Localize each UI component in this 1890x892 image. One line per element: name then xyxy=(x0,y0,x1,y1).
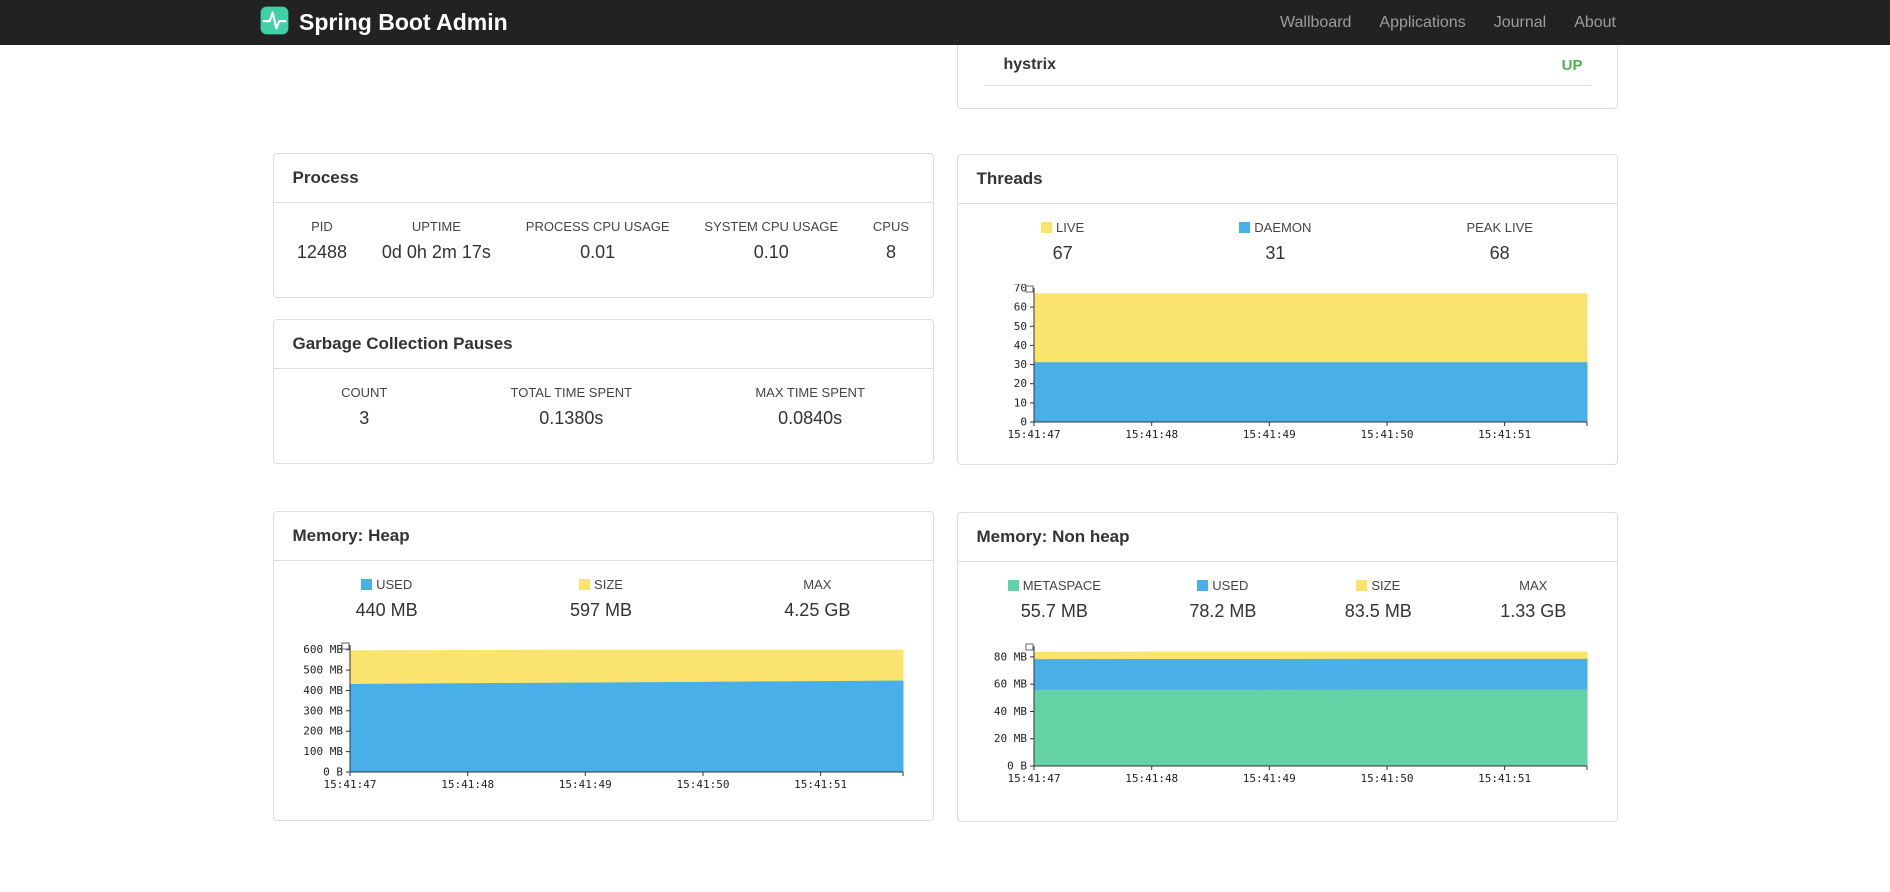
process-card: Process PID 12488 UPTIME 0d 0h 2m 17s PR… xyxy=(272,153,934,298)
stat-gc-max-time: MAX TIME SPENT 0.0840s xyxy=(755,385,865,428)
gc-card-title: Garbage Collection Pauses xyxy=(273,320,933,369)
left-column: Process PID 12488 UPTIME 0d 0h 2m 17s PR… xyxy=(272,45,934,821)
stat-gc-total-time: TOTAL TIME SPENT 0.1380s xyxy=(510,385,633,428)
svg-text:80 MB: 80 MB xyxy=(993,650,1026,663)
svg-text:0 B: 0 B xyxy=(1007,760,1027,773)
memory-heap-card: Memory: Heap USED 440 MB SIZE 597 MB MAX… xyxy=(272,511,934,821)
svg-text:20: 20 xyxy=(1013,377,1026,390)
svg-text:60: 60 xyxy=(1013,301,1026,314)
health-service-name: hystrix xyxy=(1003,56,1056,73)
svg-text:500 MB: 500 MB xyxy=(303,664,343,677)
memory-nonheap-chart: 0 B 20 MB 40 MB 60 MB 80 MB 15:41:47 15:41:48 1… xyxy=(984,642,1591,788)
brand-title: Spring Boot Admin xyxy=(299,9,508,35)
svg-text:600 MB: 600 MB xyxy=(303,643,343,656)
health-item-hystrix: hystrix UP xyxy=(983,45,1591,86)
threads-chart: 0 10 20 30 40 50 60 70 15:41:47 15:41:48 15:41:49 1… xyxy=(984,284,1591,444)
navbar-container: Spring Boot Admin Wallboard Applications… xyxy=(260,0,1630,45)
process-card-title: Process xyxy=(273,154,933,203)
svg-text:200 MB: 200 MB xyxy=(303,725,343,738)
nav-item-applications[interactable]: Applications xyxy=(1365,14,1479,32)
svg-text:15:41:49: 15:41:49 xyxy=(558,778,611,791)
page-content: Process PID 12488 UPTIME 0d 0h 2m 17s PR… xyxy=(272,45,1618,822)
svg-text:30: 30 xyxy=(1013,358,1026,371)
nav-item-journal[interactable]: Journal xyxy=(1480,14,1560,32)
svg-text:0 B: 0 B xyxy=(323,766,343,779)
stat-threads-daemon: DAEMON 31 xyxy=(1239,220,1311,264)
stat-gc-count: COUNT 3 xyxy=(341,385,388,428)
memory-heap-card-title: Memory: Heap xyxy=(273,512,933,561)
process-stats: PID 12488 UPTIME 0d 0h 2m 17s PROCESS CP… xyxy=(274,203,933,283)
svg-text:15:41:48: 15:41:48 xyxy=(1125,428,1178,441)
stat-nonheap-used: USED 78.2 MB xyxy=(1189,578,1257,621)
svg-text:20 MB: 20 MB xyxy=(993,732,1026,745)
memory-heap-chart: 0 B 100 MB 200 MB 300 MB 400 MB 500 MB 600 MB 1… xyxy=(300,641,907,794)
right-column: hystrix UP Threads LIVE 67 DAEMON 31 PEA… xyxy=(956,45,1618,822)
gc-stats: COUNT 3 TOTAL TIME SPENT 0.1380s MAX TIM… xyxy=(274,369,933,449)
svg-text:15:41:47: 15:41:47 xyxy=(1007,428,1060,441)
status-badge: UP xyxy=(1561,56,1583,74)
nonheap-used-swatch-icon xyxy=(1197,580,1209,591)
svg-text:50: 50 xyxy=(1013,320,1026,333)
memory-nonheap-stats: METASPACE 55.7 MB USED 78.2 MB SIZE 83.5… xyxy=(958,562,1617,642)
svg-text:15:41:48: 15:41:48 xyxy=(441,778,494,791)
svg-text:40: 40 xyxy=(1013,339,1026,352)
stat-nonheap-max: MAX 1.33 GB xyxy=(1500,578,1567,621)
stat-heap-max: MAX 4.25 GB xyxy=(784,577,851,620)
health-details-card: hystrix UP xyxy=(956,45,1618,109)
svg-text:15:41:49: 15:41:49 xyxy=(1242,772,1295,785)
svg-text:40 MB: 40 MB xyxy=(993,705,1026,718)
heap-size-swatch-icon xyxy=(579,579,591,590)
svg-text:15:41:50: 15:41:50 xyxy=(676,778,729,791)
svg-text:15:41:47: 15:41:47 xyxy=(1007,772,1060,785)
stat-threads-live: LIVE 67 xyxy=(1041,220,1084,264)
svg-text:70: 70 xyxy=(1013,284,1026,295)
svg-text:100 MB: 100 MB xyxy=(303,745,343,758)
stat-process-cpu-usage: PROCESS CPU USAGE 0.01 xyxy=(525,219,670,262)
memory-nonheap-card-title: Memory: Non heap xyxy=(957,513,1617,562)
svg-text:15:41:48: 15:41:48 xyxy=(1125,772,1178,785)
navbar: Spring Boot Admin Wallboard Applications… xyxy=(0,0,1890,45)
nav-links: Wallboard Applications Journal About xyxy=(1266,14,1630,32)
app-logo-icon xyxy=(260,6,289,40)
stat-threads-peak-live: PEAK LIVE 68 xyxy=(1466,220,1533,263)
svg-text:15:41:51: 15:41:51 xyxy=(794,778,847,791)
nonheap-size-swatch-icon xyxy=(1356,580,1368,591)
svg-text:400 MB: 400 MB xyxy=(303,684,343,697)
stat-system-cpu-usage: SYSTEM CPU USAGE 0.10 xyxy=(704,219,839,262)
threads-card: Threads LIVE 67 DAEMON 31 PEAK LIVE 68 0… xyxy=(956,154,1618,465)
nav-item-wallboard[interactable]: Wallboard xyxy=(1266,14,1365,32)
stat-cpus: CPUS 8 xyxy=(872,219,910,262)
threads-daemon-swatch-icon xyxy=(1239,222,1251,233)
gc-pauses-card: Garbage Collection Pauses COUNT 3 TOTAL … xyxy=(272,319,934,464)
svg-text:15:41:49: 15:41:49 xyxy=(1242,428,1295,441)
svg-text:15:41:50: 15:41:50 xyxy=(1360,428,1413,441)
svg-text:60 MB: 60 MB xyxy=(993,678,1026,691)
stat-pid: PID 12488 xyxy=(296,219,347,262)
svg-text:10: 10 xyxy=(1013,396,1026,409)
svg-text:0: 0 xyxy=(1020,416,1027,429)
health-card-padding xyxy=(984,86,1591,108)
stat-nonheap-size: SIZE 83.5 MB xyxy=(1344,578,1412,621)
heap-used-swatch-icon xyxy=(361,579,373,590)
threads-stats: LIVE 67 DAEMON 31 PEAK LIVE 68 xyxy=(958,204,1617,284)
brand-link[interactable]: Spring Boot Admin xyxy=(260,6,508,40)
stat-uptime: UPTIME 0d 0h 2m 17s xyxy=(381,219,491,262)
svg-text:15:41:47: 15:41:47 xyxy=(323,778,376,791)
stat-heap-size: SIZE 597 MB xyxy=(569,577,633,620)
svg-text:15:41:51: 15:41:51 xyxy=(1478,428,1531,441)
stat-heap-used: USED 440 MB xyxy=(355,577,418,620)
metaspace-swatch-icon xyxy=(1007,580,1019,591)
stat-metaspace: METASPACE 55.7 MB xyxy=(1007,578,1101,622)
memory-nonheap-card: Memory: Non heap METASPACE 55.7 MB USED xyxy=(956,512,1618,822)
svg-text:15:41:50: 15:41:50 xyxy=(1360,772,1413,785)
nav-item-about[interactable]: About xyxy=(1560,14,1630,32)
threads-live-swatch-icon xyxy=(1041,222,1053,233)
memory-heap-stats: USED 440 MB SIZE 597 MB MAX 4.25 GB xyxy=(274,561,933,641)
threads-card-title: Threads xyxy=(957,155,1617,204)
svg-text:15:41:51: 15:41:51 xyxy=(1478,772,1531,785)
svg-text:300 MB: 300 MB xyxy=(303,704,343,717)
